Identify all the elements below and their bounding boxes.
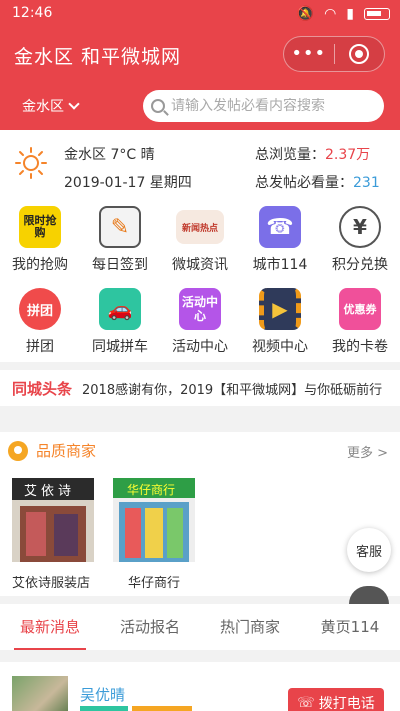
tab-events[interactable]: 活动报名 <box>100 604 200 650</box>
merchant-name[interactable]: 艾依诗服装店 <box>12 572 90 591</box>
merchants-section: 品质商家 更多 > 艾依诗 华仔商行 艾依诗服装店 华仔商行 <box>0 432 400 596</box>
status-bar: 12:46 🔕 ◠ ▮ <box>0 0 400 28</box>
headline-ticker[interactable]: 同城头条 2018感谢有你，2019【和平微城网】与你砥砺前行 <box>0 370 400 406</box>
call-button-label: 拨打电话 <box>318 696 375 711</box>
grid-item-news[interactable]: 新闻热点 微城资讯 <box>160 206 240 274</box>
phone-icon: ☏ <box>297 695 315 711</box>
grid-item-daily-checkin[interactable]: ✎ 每日签到 <box>80 206 160 274</box>
grid-label: 我的卡卷 <box>332 339 388 355</box>
grid-item-my-coupons[interactable]: 优惠券 我的卡卷 <box>320 288 400 356</box>
signal-icon: ▮ <box>346 6 354 22</box>
feature-grid-row-2: 拼团 拼团 🚗 同城拼车 活动中心 活动中心 ▶ 视频中心 优惠券 我的卡卷 <box>0 288 400 356</box>
merchants-title: 品质商家 <box>36 442 97 460</box>
search-input[interactable] <box>171 98 371 114</box>
grid-label: 积分兑换 <box>332 257 388 273</box>
post-author-name[interactable]: 吴优晴 <box>80 684 125 705</box>
customer-service-icon: ☎ <box>259 206 301 248</box>
flash-sale-icon: 限时抢购 <box>19 206 61 248</box>
grid-item-flash-sale[interactable]: 限时抢购 我的抢购 <box>0 206 80 274</box>
grid-label: 微城资讯 <box>172 257 228 273</box>
group-buy-icon: 拼团 <box>19 288 61 330</box>
more-menu-button[interactable]: ••• <box>284 45 334 63</box>
mute-icon: 🔕 <box>296 6 315 22</box>
activity-icon: 活动中心 <box>179 288 221 330</box>
grid-label: 视频中心 <box>252 339 308 355</box>
car-icon: 🚗 <box>99 288 141 330</box>
weather-summary: 金水区 7°C 晴 <box>64 147 155 163</box>
headline-title: 同城头条 <box>12 379 73 398</box>
chevron-down-icon <box>68 98 80 110</box>
grid-label: 活动中心 <box>172 339 228 355</box>
post-tag-badge <box>132 706 192 711</box>
status-icons: 🔕 ◠ ▮ <box>297 6 390 22</box>
grid-item-points-exchange[interactable]: ¥ 积分兑换 <box>320 206 400 274</box>
total-posts-value: 231 <box>353 175 380 191</box>
feature-grid-row-1: 限时抢购 我的抢购 ✎ 每日签到 新闻热点 微城资讯 ☎ 城市114 ¥ 积分兑… <box>0 206 400 274</box>
search-bar[interactable] <box>143 90 384 122</box>
customer-service-button[interactable]: 客服 <box>347 528 391 572</box>
call-button[interactable]: ☏ 拨打电话 <box>288 688 384 711</box>
merchants-more-link[interactable]: 更多 > <box>347 442 388 461</box>
tab-hot-merchants[interactable]: 热门商家 <box>200 604 300 650</box>
tab-yellow-pages[interactable]: 黄页114 <box>300 604 400 650</box>
store-sign: 华仔商行 <box>127 483 176 497</box>
grid-item-video-center[interactable]: ▶ 视频中心 <box>240 288 320 356</box>
merchant-photo[interactable]: 华仔商行 <box>113 478 195 562</box>
checkin-notepad-icon: ✎ <box>99 206 141 248</box>
location-pin-icon <box>8 440 28 461</box>
grid-label: 我的抢购 <box>12 257 68 273</box>
grid-item-group-buy[interactable]: 拼团 拼团 <box>0 288 80 356</box>
district-label: 金水区 <box>22 99 64 115</box>
grid-label: 城市114 <box>252 257 308 273</box>
post-avatar <box>12 676 68 711</box>
store-sign: 艾依诗 <box>24 484 76 499</box>
merchant-name[interactable]: 华仔商行 <box>128 572 180 591</box>
total-views: 总浏览量：2.37万 <box>255 144 370 164</box>
total-views-value: 2.37万 <box>325 147 371 163</box>
header: 金水区 和平微城网 ••• 金水区 <box>0 28 400 130</box>
search-icon <box>151 99 165 113</box>
merchants-header: 品质商家 <box>8 440 96 461</box>
total-posts: 总发帖必看量：231 <box>255 172 380 192</box>
wifi-icon: ◠ <box>324 6 337 22</box>
battery-icon <box>364 8 390 20</box>
coupon-icon: 优惠券 <box>339 288 381 330</box>
grid-label: 同城拼车 <box>92 339 148 355</box>
status-time: 12:46 <box>12 5 53 21</box>
headline-text[interactable]: 2018感谢有你，2019【和平微城网】与你砥砺前行 <box>82 379 382 398</box>
close-mini-program-button[interactable] <box>334 44 384 64</box>
total-views-label: 总浏览量： <box>255 147 325 163</box>
post-item[interactable]: 吴优晴 ☏ 拨打电话 <box>0 662 400 711</box>
content-tabs: 最新消息 活动报名 热门商家 黄页114 <box>0 604 400 650</box>
grid-label: 每日签到 <box>92 257 148 273</box>
coins-icon: ¥ <box>339 206 381 248</box>
mini-program-capsule: ••• <box>283 36 385 72</box>
weather-date: 2019-01-17 星期四 <box>64 175 192 191</box>
total-posts-label: 总发帖必看量： <box>255 175 353 191</box>
post-tag-badge <box>80 706 128 711</box>
grid-item-activity-center[interactable]: 活动中心 活动中心 <box>160 288 240 356</box>
sun-icon <box>15 147 47 179</box>
news-icon: 新闻热点 <box>176 210 224 244</box>
grid-item-carpool[interactable]: 🚗 同城拼车 <box>80 288 160 356</box>
tab-latest[interactable]: 最新消息 <box>0 604 100 650</box>
app-title: 金水区 和平微城网 <box>14 46 182 68</box>
weather-card: 金水区 7°C 晴 2019-01-17 星期四 总浏览量：2.37万 总发帖必… <box>0 130 400 362</box>
merchant-photo[interactable]: 艾依诗 <box>12 478 94 562</box>
video-film-icon: ▶ <box>259 288 301 330</box>
target-icon <box>349 44 370 64</box>
grid-label: 拼团 <box>26 339 54 355</box>
district-selector[interactable]: 金水区 <box>22 96 80 116</box>
grid-item-city114[interactable]: ☎ 城市114 <box>240 206 320 274</box>
